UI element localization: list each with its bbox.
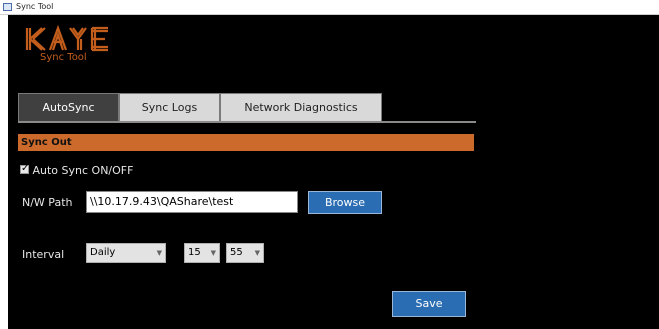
interval-hour-value: 15 <box>188 247 201 258</box>
nw-path-label: N/W Path <box>22 196 73 209</box>
tab-autosync[interactable]: AutoSync <box>18 93 119 121</box>
autosync-panel: Sync Out Auto Sync ON/OFF N/W Path \\10.… <box>18 121 476 329</box>
chevron-down-icon: ▼ <box>210 249 216 257</box>
interval-label: Interval <box>22 248 65 261</box>
interval-hour-select[interactable]: 15 ▼ <box>184 243 220 263</box>
sync-out-header: Sync Out <box>18 134 474 151</box>
app-window: Sync Tool AutoSync Sync Logs Network Dia… <box>8 15 659 329</box>
window-title: Sync Tool <box>16 2 54 11</box>
title-bar: Sync Tool <box>0 0 659 15</box>
app-window-icon <box>3 3 12 11</box>
kaye-logo-mark <box>25 24 108 52</box>
chevron-down-icon: ▼ <box>156 249 162 257</box>
interval-minute-select[interactable]: 55 ▼ <box>226 243 264 263</box>
auto-sync-row: Auto Sync ON/OFF <box>20 162 134 178</box>
logo-subtitle: Sync Tool <box>40 52 87 63</box>
interval-frequency-value: Daily <box>90 247 116 258</box>
auto-sync-checkbox[interactable] <box>20 162 29 176</box>
tab-sync-logs[interactable]: Sync Logs <box>119 93 220 121</box>
interval-minute-value: 55 <box>230 247 243 258</box>
chevron-down-icon: ▼ <box>254 249 260 257</box>
interval-frequency-select[interactable]: Daily ▼ <box>86 243 166 263</box>
save-button[interactable]: Save <box>392 291 466 317</box>
nw-path-input[interactable]: \\10.17.9.43\QAShare\test <box>86 191 298 213</box>
browse-button[interactable]: Browse <box>308 191 382 214</box>
auto-sync-label: Auto Sync ON/OFF <box>32 164 134 177</box>
tab-network-diagnostics[interactable]: Network Diagnostics <box>220 93 382 121</box>
